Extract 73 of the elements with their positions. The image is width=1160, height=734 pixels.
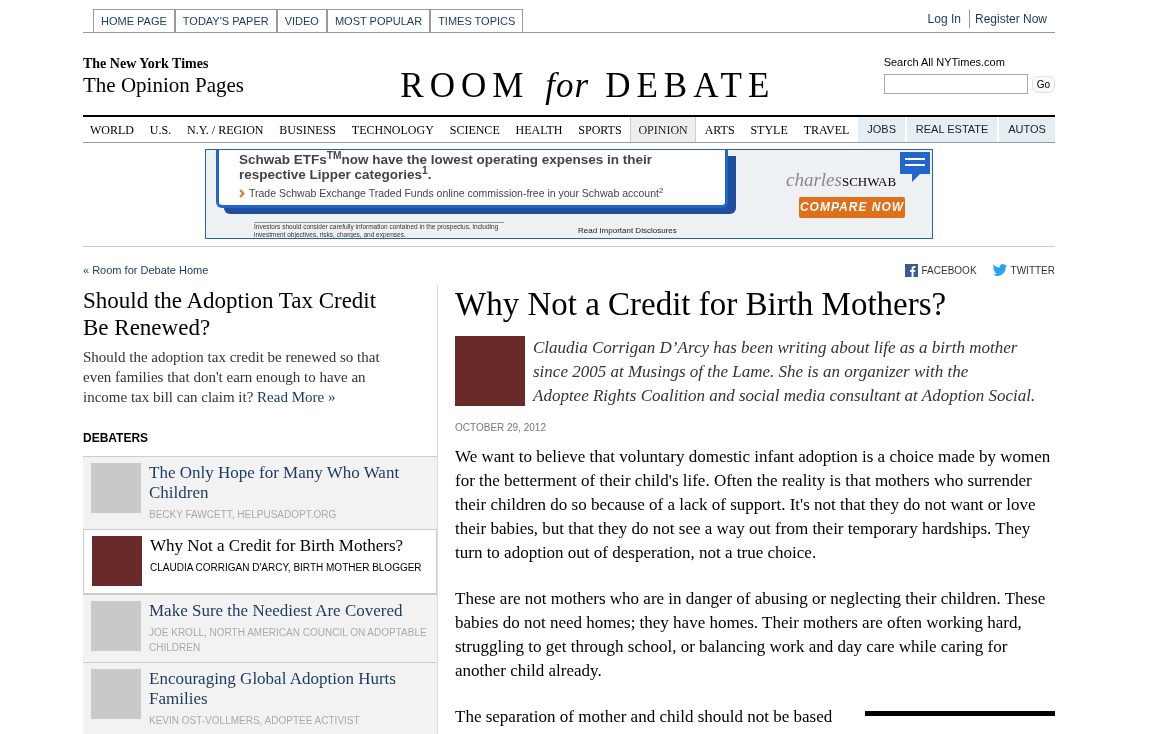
read-more-link[interactable]: Read More »: [257, 388, 336, 405]
brand-logo: charles: [786, 168, 842, 192]
photo-placeholder: [91, 668, 141, 719]
publisher-logo[interactable]: The New York Times: [83, 52, 244, 74]
section-tab[interactable]: TECHNOLOGY: [344, 117, 441, 142]
search-field[interactable]: [883, 74, 1028, 95]
ad-headline: Schwab ETFs$^{TM}$now have the lowest operating expenses in their respective Lipper categories$^{1}$.: [239, 152, 653, 182]
debate-summary: Should the adoption tax credit be renewed so that even families that don't earn enough to have an income tax bill can claim it? Read More »: [83, 347, 381, 407]
section-tab[interactable]: HEALTH: [508, 117, 570, 142]
debater-byline: KEVIN OST-VOLLMERS, ADOPTEE ACTIVIST: [149, 713, 361, 728]
home-link[interactable]: « Room for Debate Home: [83, 262, 209, 279]
photo-placeholder: [91, 600, 141, 651]
article-paragraph: We want to believe that voluntary domestic infant adoption is a choice made by women for the betterment of their child's life. Often the reality is that mothers who surrender their children do so because of a lack of support. It's not that they do not want or love their babies, but that they do not see a way out from their temporary hardships. They turn to adoption out of desperation, not a true choice.: [455, 446, 1052, 565]
section-tab[interactable]: AUTOS: [999, 117, 1055, 142]
debater-title: Make Sure the Neediest Are Covered: [149, 600, 404, 621]
advertisement-banner[interactable]: [205, 149, 933, 239]
speech-bubble-icon: [900, 152, 930, 182]
debater-item[interactable]: Make Sure the Neediest Are Covered JOE KROLL, NORTH AMERICAN COUNCIL ON ADOPTABLE CHILDREN: [83, 593, 437, 662]
share-link[interactable]: TWITTER: [992, 262, 1055, 278]
debater-byline: JOE KROLL, NORTH AMERICAN COUNCIL ON ADOPTABLE CHILDREN: [149, 625, 428, 655]
chevron-icon: [239, 189, 245, 199]
section-tab[interactable]: BUSINESS: [272, 117, 343, 142]
debate-question: Should the Adoption Tax Credit Be Renewed?: [83, 286, 378, 341]
bio-link[interactable]: Adoption Social: [921, 386, 1031, 406]
section-tab[interactable]: SCIENCE: [442, 117, 507, 142]
section-heading: DEBATERS: [83, 429, 150, 447]
search-label: Search All NYTimes.com: [883, 54, 1006, 70]
debater-title: Why Not a Credit for Birth Mothers?: [150, 535, 405, 556]
nav-tab[interactable]: VIDEO: [276, 8, 327, 32]
brand-logo: SCHWAB: [841, 174, 897, 191]
section-tab[interactable]: ARTS: [697, 117, 742, 142]
section-tab[interactable]: STYLE: [743, 117, 795, 142]
article-paragraph: The separation of mother and child should not be based: [455, 706, 833, 729]
section-tab[interactable]: N.Y. / REGION: [180, 117, 271, 142]
section-tab[interactable]: U.S.: [142, 117, 179, 142]
photo-placeholder: [455, 336, 525, 407]
section-tab[interactable]: TRAVEL: [796, 117, 857, 142]
account-link[interactable]: Log In: [927, 10, 961, 28]
ad-subline: Trade Schwab Exchange Traded Funds online commission-free in your Schwab account$^{2}$: [249, 186, 664, 201]
nav-tab[interactable]: TODAY'S PAPER: [174, 8, 277, 32]
section-name: The Opinion Pages: [83, 73, 244, 96]
article-date: OCTOBER 29, 2012: [455, 421, 547, 436]
nav-tab[interactable]: MOST POPULAR: [326, 8, 431, 32]
author-bio: Claudia Corrigan D’Arcy has been writing about life as a birth mother since 2005 at Musings of the Lame. She is an organizer with the Adoptee Rights Coalition and social media consultant at Adoption Social.: [533, 337, 1037, 408]
nav-tab[interactable]: HOME PAGE: [93, 8, 175, 32]
page-title: for: [545, 64, 590, 107]
debater-byline: BECKY FAWCETT, HELPUSADOPT.ORG: [149, 507, 338, 522]
bio-link[interactable]: Musings of the Lame.: [627, 362, 775, 382]
section-tab[interactable]: OPINION: [630, 117, 696, 142]
facebook-icon: [904, 263, 918, 277]
share-link[interactable]: FACEBOOK: [904, 262, 977, 278]
section-tab[interactable]: SPORTS: [571, 117, 629, 142]
page-title: DEBATE: [605, 64, 776, 107]
bio-link[interactable]: Adoptee Rights Coalition: [533, 386, 710, 406]
photo-placeholder: [91, 462, 141, 513]
section-tab[interactable]: WORLD: [83, 117, 141, 142]
nav-tab[interactable]: TIMES TOPICS: [430, 8, 524, 32]
section-tab[interactable]: REAL ESTATE: [906, 117, 998, 142]
section-tab[interactable]: JOBS: [858, 117, 905, 142]
debater-byline: CLAUDIA CORRIGAN D'ARCY, BIRTH MOTHER BLOGGER: [150, 560, 422, 575]
page-title: ROOM: [400, 64, 530, 107]
twitter-bird-icon: [992, 264, 1007, 277]
debater-item[interactable]: Encouraging Global Adoption Hurts Families KEVIN OST-VOLLMERS, ADOPTEE ACTIVIST: [83, 661, 437, 734]
debater-item[interactable]: Why Not a Credit for Birth Mothers? CLAUDIA CORRIGAN D'ARCY, BIRTH MOTHER BLOGGER: [83, 528, 437, 594]
debater-title: Encouraging Global Adoption Hurts Families: [149, 668, 397, 709]
account-link[interactable]: Register Now: [968, 10, 1047, 28]
debater-item[interactable]: The Only Hope for Many Who Want Children BECKY FAWCETT, HELPUSADOPT.ORG: [83, 455, 437, 529]
article-paragraph: These are not mothers who are in danger of abusing or neglecting their children. These babies do not need homes; they have homes. Their mothers are often working hard, struggling to get through school, or balancing work and day care while caring for another child already.: [455, 588, 1047, 683]
debater-title: The Only Hope for Many Who Want Children: [149, 462, 401, 503]
search-button[interactable]: Go: [1031, 75, 1055, 93]
photo-placeholder: [92, 535, 142, 586]
disclosures-link[interactable]: Read Important Disclosures: [578, 225, 677, 237]
article-title: Why Not a Credit for Birth Mothers?: [455, 284, 948, 324]
